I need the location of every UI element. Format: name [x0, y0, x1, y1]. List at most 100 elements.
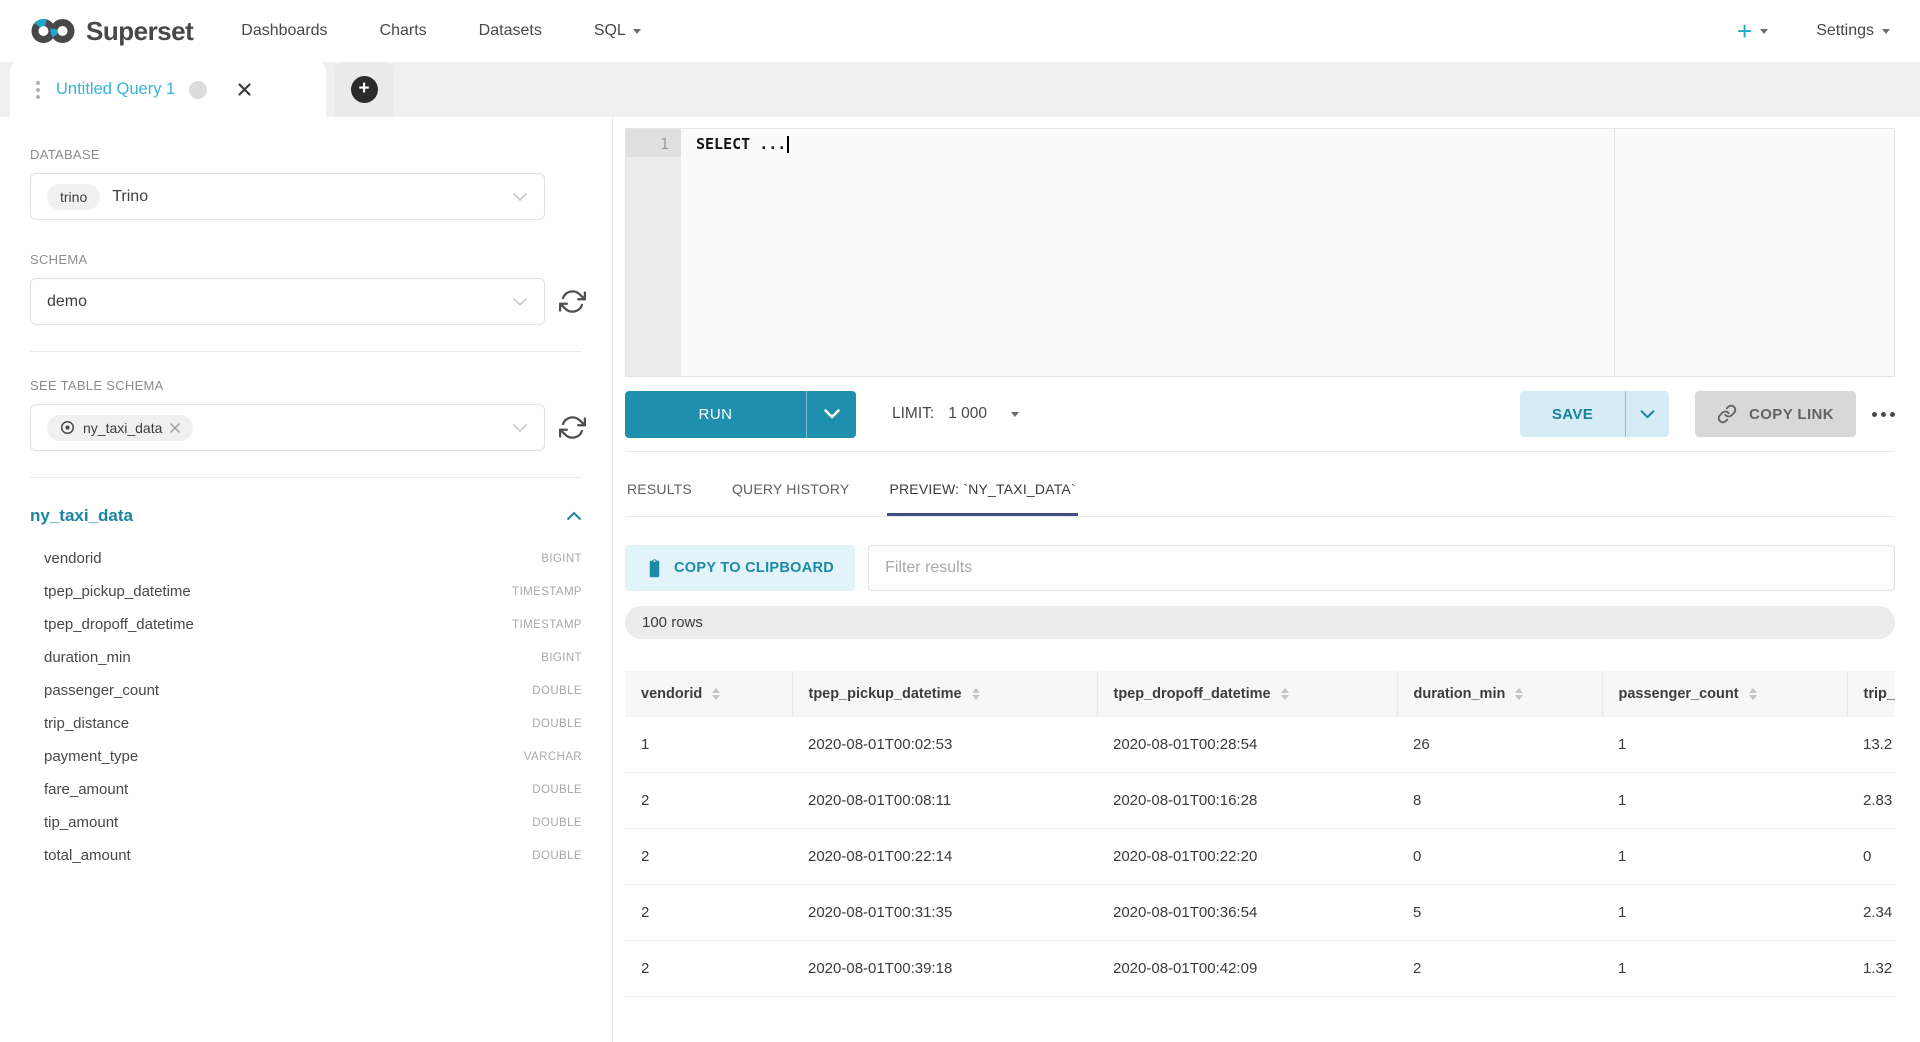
main-nav: Dashboards Charts Datasets SQL: [241, 22, 641, 40]
chevron-down-icon: [633, 29, 641, 34]
sql-code: SELECT ...: [696, 135, 786, 153]
chevron-down-icon: [512, 192, 528, 202]
schema-column: trip_distanceDOUBLE: [30, 707, 582, 740]
table-row: 12020-08-01T00:02:532020-08-01T00:28:542…: [625, 717, 1895, 773]
table-schema-label: SEE TABLE SCHEMA: [30, 378, 582, 393]
schema-column-list: vendoridBIGINT tpep_pickup_datetimeTIMES…: [30, 542, 582, 872]
sort-icon[interactable]: [972, 688, 980, 700]
run-options-button[interactable]: [806, 391, 856, 438]
sort-icon[interactable]: [1281, 688, 1289, 700]
save-button-label[interactable]: SAVE: [1520, 391, 1625, 437]
text-cursor: [787, 136, 789, 153]
database-label: DATABASE: [30, 147, 582, 162]
tab-query-history[interactable]: QUERY HISTORY: [730, 469, 852, 516]
copy-link-button[interactable]: COPY LINK: [1695, 391, 1856, 437]
main-panel: 1 SELECT ... RUN LIMIT: 1 000 SAVE: [613, 117, 1920, 1042]
schema-select[interactable]: demo: [30, 278, 545, 325]
run-button[interactable]: RUN: [625, 391, 856, 438]
plus-icon: +: [351, 76, 378, 103]
column-header-trip-distance[interactable]: trip_distance: [1847, 671, 1895, 717]
table-row: 22020-08-01T00:22:142020-08-01T00:22:200…: [625, 829, 1895, 885]
content: DATABASE trino Trino SCHEMA demo: [0, 117, 1920, 1042]
new-item-menu[interactable]: +: [1737, 18, 1768, 44]
sidebar-divider: [30, 477, 582, 478]
link-icon: [1717, 404, 1737, 424]
schema-column: tpep_pickup_datetimeTIMESTAMP: [30, 575, 582, 608]
limit-value: 1 000: [948, 405, 987, 423]
limit-label: LIMIT:: [892, 405, 934, 423]
column-header-passenger[interactable]: passenger_count: [1602, 671, 1847, 717]
filter-results-input[interactable]: [868, 545, 1895, 591]
table-row: 22020-08-01T00:08:112020-08-01T00:16:288…: [625, 773, 1895, 829]
database-select[interactable]: trino Trino: [30, 173, 545, 220]
plus-icon: +: [1737, 18, 1752, 44]
chevron-down-icon: [1011, 412, 1019, 417]
clipboard-icon: [646, 559, 663, 578]
schema-value: demo: [47, 293, 87, 311]
copy-to-clipboard-label: COPY TO CLIPBOARD: [674, 560, 834, 576]
nav-datasets[interactable]: Datasets: [479, 22, 542, 40]
drag-dots-icon[interactable]: [36, 81, 40, 99]
limit-dropdown[interactable]: LIMIT: 1 000: [892, 405, 1019, 423]
sort-icon[interactable]: [712, 688, 720, 700]
editor-toolbar: RUN LIMIT: 1 000 SAVE: [625, 377, 1895, 452]
header-right: + Settings: [1737, 18, 1890, 44]
table-schema-title: ny_taxi_data: [30, 506, 133, 526]
save-options-button[interactable]: [1625, 391, 1669, 437]
add-query-tab-button[interactable]: +: [335, 62, 393, 117]
eye-icon: [60, 420, 75, 435]
line-number: 1: [626, 129, 681, 157]
sort-icon[interactable]: [1515, 688, 1523, 700]
nav-sql[interactable]: SQL: [594, 22, 641, 40]
schema-column: fare_amountDOUBLE: [30, 773, 582, 806]
settings-menu[interactable]: Settings: [1816, 22, 1890, 40]
south-pane-tabs: RESULTS QUERY HISTORY PREVIEW: `NY_TAXI_…: [625, 469, 1895, 517]
chevron-down-icon: [1882, 29, 1890, 34]
schema-column: tpep_dropoff_datetimeTIMESTAMP: [30, 608, 582, 641]
query-tab-title: Untitled Query 1: [56, 80, 175, 99]
database-pill: trino: [47, 184, 100, 210]
sql-editor[interactable]: 1 SELECT ...: [625, 128, 1895, 377]
nav-dashboards[interactable]: Dashboards: [241, 22, 327, 40]
schema-column: tip_amountDOUBLE: [30, 806, 582, 839]
copy-to-clipboard-button[interactable]: COPY TO CLIPBOARD: [625, 545, 855, 591]
app-header: Superset Dashboards Charts Datasets SQL …: [0, 0, 1920, 62]
table-select[interactable]: ny_taxi_data: [30, 404, 545, 451]
schema-column: vendoridBIGINT: [30, 542, 582, 575]
refresh-schema-icon[interactable]: [559, 288, 586, 315]
close-icon[interactable]: [237, 82, 252, 97]
row-count-badge: 100 rows: [625, 606, 1895, 639]
chevron-down-icon: [1760, 29, 1768, 34]
sort-icon[interactable]: [1749, 688, 1757, 700]
refresh-table-icon[interactable]: [559, 414, 586, 441]
results-controls: COPY TO CLIPBOARD: [625, 545, 1895, 591]
schema-label: SCHEMA: [30, 252, 582, 267]
query-tab-active[interactable]: Untitled Query 1: [10, 62, 326, 117]
run-button-label[interactable]: RUN: [625, 391, 806, 438]
more-options-icon[interactable]: [1872, 412, 1895, 417]
column-header-vendorid[interactable]: vendorid: [625, 671, 792, 717]
editor-code-area[interactable]: SELECT ...: [681, 129, 1894, 376]
schema-column: passenger_countDOUBLE: [30, 674, 582, 707]
save-button[interactable]: SAVE: [1520, 391, 1669, 437]
results-table: vendorid tpep_pickup_datetime tpep_dropo…: [625, 671, 1895, 997]
tab-results[interactable]: RESULTS: [625, 469, 694, 516]
column-header-duration[interactable]: duration_min: [1397, 671, 1602, 717]
sidebar: DATABASE trino Trino SCHEMA demo: [0, 117, 613, 1042]
schema-column: duration_minBIGINT: [30, 641, 582, 674]
nav-charts[interactable]: Charts: [380, 22, 427, 40]
brand-name: Superset: [86, 16, 193, 47]
query-state-dot: [189, 81, 207, 99]
editor-gutter: 1: [626, 129, 681, 376]
tab-preview[interactable]: PREVIEW: `NY_TAXI_DATA`: [887, 469, 1077, 516]
results-header-row: vendorid tpep_pickup_datetime tpep_dropo…: [625, 671, 1895, 717]
copy-link-label: COPY LINK: [1749, 406, 1834, 423]
column-header-dropoff[interactable]: tpep_dropoff_datetime: [1097, 671, 1397, 717]
sidebar-divider: [30, 351, 582, 352]
superset-logo[interactable]: Superset: [30, 16, 193, 47]
chevron-up-icon[interactable]: [566, 511, 582, 521]
column-header-pickup[interactable]: tpep_pickup_datetime: [792, 671, 1097, 717]
remove-table-icon[interactable]: [170, 423, 180, 433]
chevron-down-icon: [512, 423, 528, 433]
schema-column: payment_typeVARCHAR: [30, 740, 582, 773]
